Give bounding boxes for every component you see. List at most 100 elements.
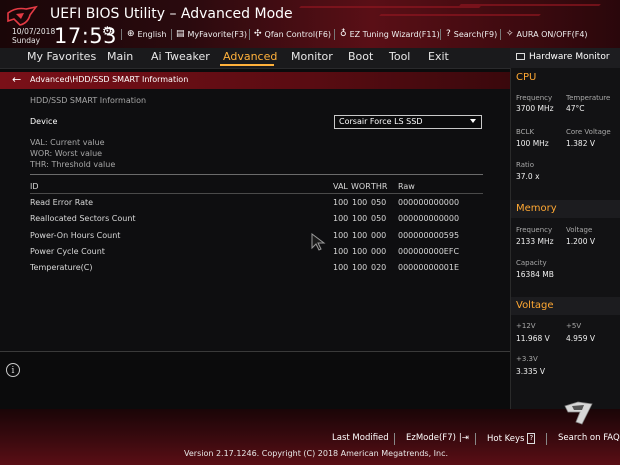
row-raw: 000000000595	[398, 231, 460, 240]
memory-voltage-label: Voltage	[566, 226, 593, 234]
ratio-label: Ratio	[516, 161, 534, 169]
row-id: Read Error Rate	[30, 198, 94, 207]
memory-voltage-value: 1.200 V	[566, 237, 595, 246]
row-thr: 020	[371, 263, 387, 272]
bclk-value: 100 MHz	[516, 139, 549, 148]
ez-tuning-wizard-button[interactable]: ♁ EZ Tuning Wizard(F11)	[340, 29, 440, 39]
v12-label: +12V	[516, 322, 536, 330]
v5-label: +5V	[566, 322, 582, 330]
date-display: 10/07/2018 Sunday	[12, 27, 55, 45]
date-text: 10/07/2018	[12, 27, 56, 36]
row-thr: 000	[371, 231, 387, 240]
cpu-section-title: CPU	[516, 72, 537, 83]
hot-keys-button[interactable]: Hot Keys?	[487, 433, 536, 444]
row-wor: 100	[352, 198, 368, 207]
tab-main[interactable]: Main	[107, 50, 133, 63]
search-button[interactable]: ? Search(F9)	[446, 29, 497, 39]
tab-exit[interactable]: Exit	[428, 50, 449, 63]
monitor-icon	[516, 53, 525, 60]
memory-frequency-label: Frequency	[516, 226, 553, 234]
section-title: HDD/SSD SMART Information	[30, 96, 147, 105]
column-header-val: VAL	[333, 182, 348, 191]
row-val: 100	[333, 263, 349, 272]
row-val: 100	[333, 247, 349, 256]
help-info-bar	[0, 351, 510, 410]
memory-section-title: Memory	[516, 203, 557, 214]
row-id: Temperature(C)	[30, 263, 93, 272]
row-val: 100	[333, 231, 349, 240]
row-raw: 000000000000	[398, 198, 460, 207]
cpu-frequency-value: 3700 MHz	[516, 104, 554, 113]
row-wor: 100	[352, 247, 368, 256]
aura-icon: ✧	[506, 29, 514, 39]
row-val: 100	[333, 214, 349, 223]
legend-val: VAL: Current value	[30, 138, 105, 147]
row-thr: 000	[371, 247, 387, 256]
divider	[30, 193, 483, 194]
info-icon: i	[6, 363, 20, 377]
rog-logo-icon	[7, 5, 38, 26]
tab-my-favorites[interactable]: My Favorites	[27, 50, 96, 63]
hardware-monitor-title: Hardware Monitor	[529, 52, 610, 62]
core-voltage-label: Core Voltage	[566, 128, 611, 136]
day-text: Sunday	[12, 36, 41, 45]
voltage-section-title: Voltage	[516, 300, 554, 311]
question-icon: ?	[446, 29, 451, 39]
back-arrow-icon[interactable]: ←	[12, 73, 21, 86]
capacity-value: 16384 MB	[516, 270, 554, 279]
row-raw: 00000000001E	[398, 263, 460, 272]
tab-ai-tweaker[interactable]: Ai Tweaker	[151, 50, 210, 63]
version-text: Version 2.17.1246. Copyright (C) 2018 Am…	[184, 449, 449, 458]
row-raw: 000000000EFC	[398, 247, 460, 256]
table-row: Read Error Rate 100 100 050 000000000000	[0, 198, 510, 212]
chevron-down-icon	[470, 119, 476, 123]
row-wor: 100	[352, 214, 368, 223]
legend-wor: WOR: Worst value	[30, 149, 103, 158]
divider	[30, 174, 483, 175]
question-key-icon: ?	[527, 433, 536, 444]
legend-thr: THR: Threshold value	[30, 160, 116, 169]
ezmode-button[interactable]: EzMode(F7) |⇥	[406, 433, 469, 443]
tab-monitor[interactable]: Monitor	[291, 50, 333, 63]
myfavorite-button[interactable]: ▤ MyFavorite(F3)	[176, 29, 247, 39]
last-modified-button[interactable]: Last Modified	[332, 433, 389, 443]
tab-tool[interactable]: Tool	[389, 50, 410, 63]
search-faq-button[interactable]: Search on FAQ	[558, 433, 620, 443]
star-icon: ▤	[176, 29, 185, 39]
mouse-cursor-icon	[311, 233, 326, 251]
capacity-label: Capacity	[516, 259, 547, 267]
row-val: 100	[333, 198, 349, 207]
tab-boot[interactable]: Boot	[348, 50, 373, 63]
gear-icon[interactable]: ⚙	[102, 24, 113, 38]
aura-toggle-button[interactable]: ✧ AURA ON/OFF(F4)	[506, 29, 588, 39]
row-thr: 050	[371, 198, 387, 207]
row-raw: 000000000000	[398, 214, 460, 223]
table-row: Reallocated Sectors Count 100 100 050 00…	[0, 214, 510, 228]
language-button[interactable]: ⊕ English	[127, 29, 166, 39]
qfan-control-button[interactable]: ✣ Qfan Control(F6)	[254, 29, 331, 39]
v33-value: 3.335 V	[516, 367, 545, 376]
app-title: UEFI BIOS Utility – Advanced Mode	[50, 6, 293, 22]
bclk-label: BCLK	[516, 128, 535, 136]
fan-icon: ✣	[254, 29, 262, 39]
row-wor: 100	[352, 231, 368, 240]
device-select-value: Corsair Force LS SSD	[339, 117, 423, 126]
device-select[interactable]: Corsair Force LS SSD	[334, 115, 482, 129]
memory-frequency-value: 2133 MHz	[516, 237, 554, 246]
row-id: Reallocated Sectors Count	[30, 214, 136, 223]
cpu-frequency-label: Frequency	[516, 94, 553, 102]
row-id: Power-On Hours Count	[30, 231, 121, 240]
cpu-temperature-label: Temperature	[566, 94, 611, 102]
core-voltage-value: 1.382 V	[566, 139, 595, 148]
v12-value: 11.968 V	[516, 334, 550, 343]
column-header-raw: Raw	[398, 182, 415, 191]
table-row: Power Cycle Count 100 100 000 000000000E…	[0, 247, 510, 261]
table-row: Power-On Hours Count 100 100 000 0000000…	[0, 231, 510, 245]
v33-label: +3.3V	[516, 355, 538, 363]
table-row: Temperature(C) 100 100 020 00000000001E	[0, 263, 510, 277]
column-header-thr: THR	[371, 182, 388, 191]
rog-footer-logo-icon	[564, 401, 593, 425]
breadcrumb: Advanced\HDD/SSD SMART Information	[30, 75, 189, 84]
active-tab-indicator	[220, 64, 274, 66]
tab-advanced[interactable]: Advanced	[223, 50, 277, 63]
